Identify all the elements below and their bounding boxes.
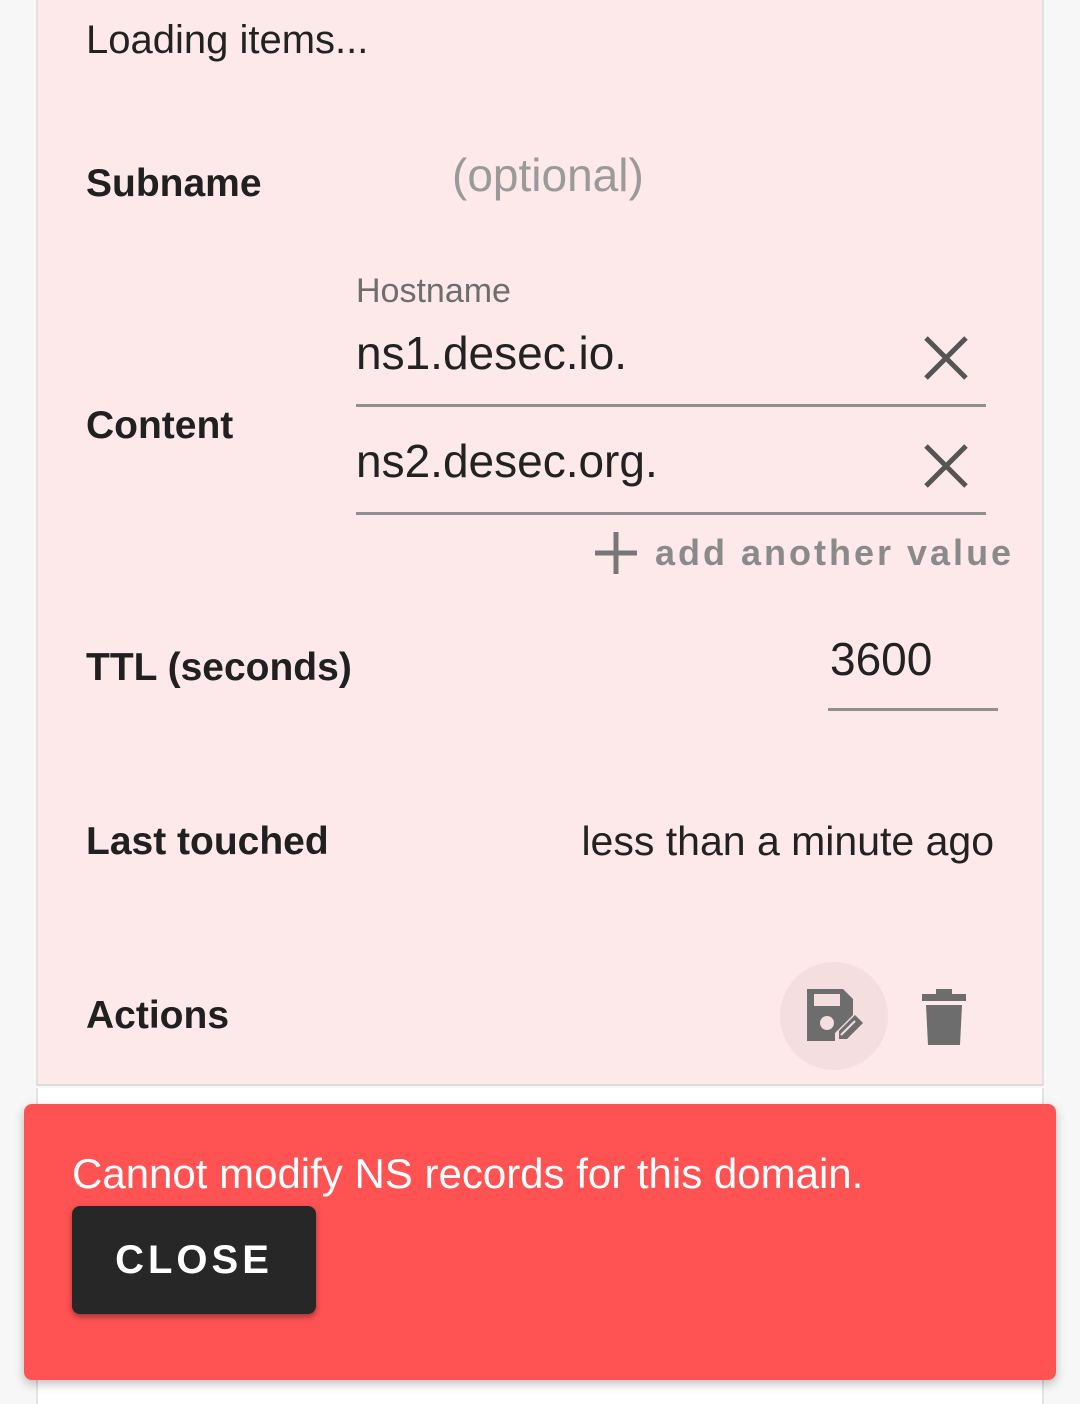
delete-button[interactable] — [914, 984, 974, 1050]
close-icon — [924, 336, 968, 380]
last-touched-value: less than a minute ago — [581, 818, 994, 864]
clear-value-button[interactable] — [916, 328, 976, 388]
save-button[interactable] — [780, 962, 888, 1070]
ttl-value[interactable]: 3600 — [830, 632, 932, 686]
loading-text: Loading items... — [86, 18, 369, 62]
snackbar-message: Cannot modify NS records for this domain… — [72, 1150, 864, 1197]
close-icon — [924, 444, 968, 488]
record-edit-card: Loading items... Subname (optional) Cont… — [36, 0, 1044, 1086]
close-button-label: CLOSE — [115, 1237, 273, 1282]
content-value-text[interactable]: ns1.desec.io. — [356, 326, 627, 380]
content-value-text[interactable]: ns2.desec.org. — [356, 434, 658, 488]
delete-icon — [922, 989, 966, 1045]
add-value-button[interactable]: add another value — [593, 530, 1014, 576]
ttl-label: TTL (seconds) — [86, 646, 352, 689]
subname-label: Subname — [86, 162, 262, 205]
subname-input[interactable]: (optional) — [452, 148, 644, 202]
content-value-field[interactable]: ns2.desec.org. — [356, 434, 986, 515]
content-label: Content — [86, 404, 234, 447]
actions-label: Actions — [86, 994, 230, 1037]
close-button[interactable]: CLOSE — [72, 1206, 316, 1314]
error-snackbar: Cannot modify NS records for this domain… — [24, 1104, 1056, 1380]
plus-icon — [595, 532, 637, 574]
save-edit-icon — [807, 989, 863, 1041]
clear-value-button[interactable] — [916, 436, 976, 496]
hostname-field-label: Hostname — [356, 272, 511, 310]
last-touched-label: Last touched — [86, 820, 329, 863]
ttl-input[interactable]: 3600 — [828, 628, 998, 711]
add-value-label: add another value — [655, 532, 1015, 573]
content-value-field[interactable]: ns1.desec.io. — [356, 326, 986, 407]
